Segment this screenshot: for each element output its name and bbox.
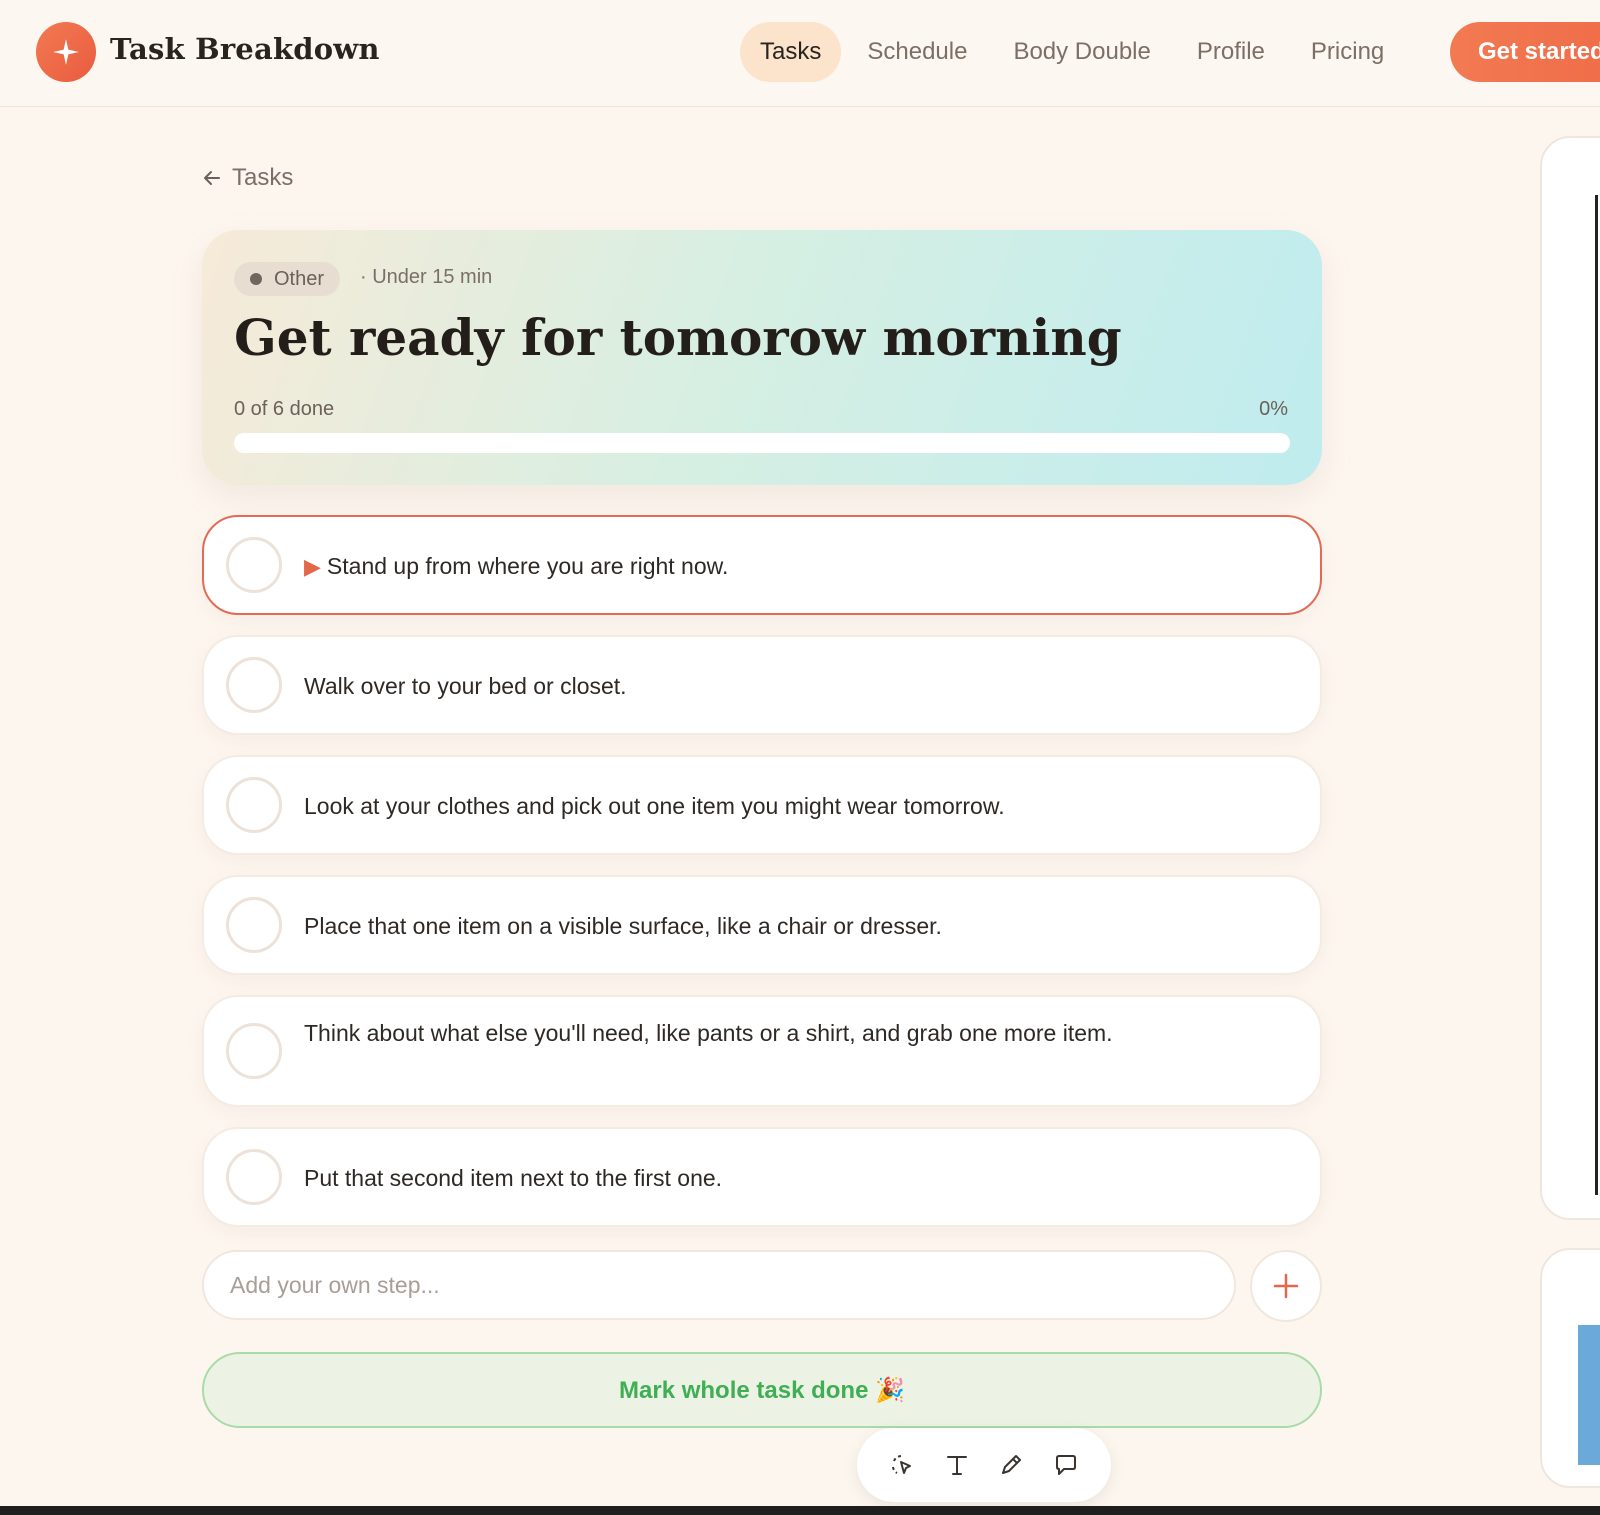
brand-name[interactable]: Task Breakdown (110, 32, 380, 66)
play-triangle-icon: ▶ (304, 554, 321, 579)
step-text: Walk over to your bed or closet. (304, 673, 627, 699)
duration-label: · Under 15 min (360, 266, 493, 288)
side-panel-card (1540, 136, 1600, 1220)
nav-body-double[interactable]: Body Double (993, 22, 1170, 82)
side-divider (1595, 195, 1598, 1195)
task-title: Get ready for tomorow morning (234, 308, 1122, 367)
arrow-left-icon (204, 171, 220, 185)
top-navigation-bar: Task Breakdown Tasks Schedule Body Doubl… (0, 0, 1600, 107)
step-text: ▶ Stand up from where you are right now. (304, 553, 729, 579)
pen-icon[interactable] (991, 1445, 1031, 1485)
sparkle-icon (53, 39, 79, 65)
task-header-card: Other · Under 15 min Get ready for tomor… (202, 230, 1322, 485)
step-checkbox[interactable] (226, 897, 282, 953)
step-checkbox[interactable] (226, 1023, 282, 1079)
text-tool-icon[interactable] (937, 1445, 977, 1485)
add-step-button[interactable] (1250, 1250, 1322, 1322)
step-checkbox[interactable] (226, 657, 282, 713)
step-text: Put that second item next to the first o… (304, 1165, 723, 1191)
mark-task-done-button[interactable]: Mark whole task done 🎉 (202, 1352, 1322, 1428)
nav-profile[interactable]: Profile (1177, 22, 1285, 82)
main-nav: Tasks Schedule Body Double Profile Prici… (740, 22, 1410, 82)
nav-tasks[interactable]: Tasks (740, 22, 842, 82)
back-to-tasks-link[interactable]: Tasks (202, 164, 293, 192)
step-item[interactable]: ▶ Stand up from where you are right now. (202, 515, 1322, 615)
step-checkbox[interactable] (226, 777, 282, 833)
progress-count: 0 of 6 done (234, 398, 335, 420)
back-label: Tasks (232, 164, 294, 191)
sparkle-logo-icon[interactable] (36, 22, 96, 82)
plus-icon (1273, 1273, 1299, 1299)
progress-bar (234, 433, 1290, 453)
get-started-button[interactable]: Get started (1450, 22, 1600, 82)
progress-percent: 0% (1259, 398, 1288, 420)
step-item[interactable]: Place that one item on a visible surface… (202, 875, 1322, 975)
add-step-input[interactable] (202, 1250, 1236, 1320)
step-checkbox[interactable] (226, 1149, 282, 1205)
nav-pricing[interactable]: Pricing (1291, 22, 1404, 82)
step-text: Think about what else you'll need, like … (304, 1020, 1113, 1046)
step-item[interactable]: Put that second item next to the first o… (202, 1127, 1322, 1227)
step-item[interactable]: Walk over to your bed or closet. (202, 635, 1322, 735)
category-dot-icon (250, 273, 262, 285)
floating-annotation-toolbar (857, 1428, 1111, 1502)
category-badge: Other (234, 262, 341, 296)
comment-icon[interactable] (1046, 1445, 1086, 1485)
step-item[interactable]: Think about what else you'll need, like … (202, 995, 1322, 1107)
window-bottom-edge (0, 1506, 1600, 1515)
step-text: Look at your clothes and pick out one it… (304, 793, 1005, 819)
step-text: Place that one item on a visible surface… (304, 913, 942, 939)
select-cursor-icon[interactable] (882, 1445, 922, 1485)
side-blue-block (1578, 1325, 1600, 1465)
step-item[interactable]: Look at your clothes and pick out one it… (202, 755, 1322, 855)
step-checkbox[interactable] (226, 537, 282, 593)
nav-schedule[interactable]: Schedule (847, 22, 987, 82)
category-label: Other (274, 267, 325, 290)
